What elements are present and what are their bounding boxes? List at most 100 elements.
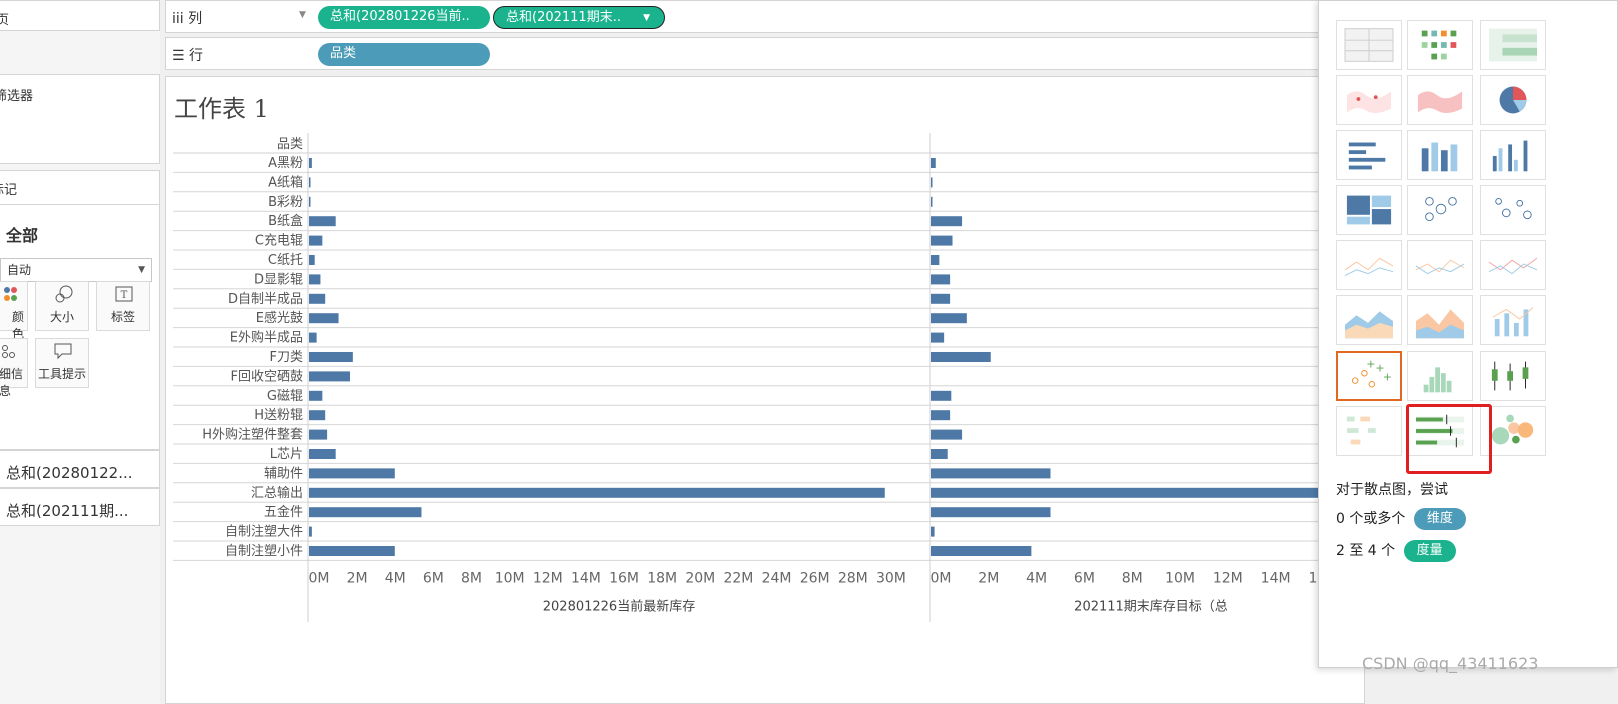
bar (931, 313, 967, 324)
color-button[interactable]: 颜色 (0, 281, 28, 341)
show-me-highlight-table[interactable] (1480, 20, 1546, 70)
x-axis-title: 202801226当前最新库存 (543, 598, 695, 614)
chevron-down-icon[interactable]: ▼ (643, 7, 650, 28)
x-tick-label: 14M (571, 570, 601, 586)
x-tick-label: 30M (876, 570, 906, 586)
show-me-heat-map[interactable] (1407, 20, 1473, 70)
category-label: E感光鼓 (256, 310, 303, 326)
bar (931, 449, 948, 459)
detail-button[interactable]: 详细信息 (0, 338, 28, 398)
text-table-icon (1344, 28, 1394, 62)
size-button[interactable]: 大小 (35, 281, 89, 331)
x-tick-label: 0M (309, 570, 330, 586)
rows-shelf[interactable]: ☰ 行 品类 (165, 37, 1365, 70)
svg-text:+: + (1366, 358, 1375, 371)
x-tick-label: 26M (800, 570, 830, 586)
x-tick-label: 8M (461, 570, 482, 586)
x-tick-label: 6M (1074, 570, 1095, 586)
x-tick-label: 6M (423, 570, 444, 586)
measure-chip: 度量 (1403, 540, 1456, 562)
show-me-area-discrete[interactable] (1407, 295, 1473, 345)
filled-map-icon (1417, 91, 1463, 114)
show-me-lines-continuous[interactable] (1336, 240, 1402, 290)
chevron-down-icon: ▼ (138, 265, 145, 275)
chevron-down-icon[interactable]: ▼ (299, 10, 306, 20)
lines-discrete-icon (1415, 259, 1465, 275)
area-continuous-icon (1345, 311, 1393, 339)
category-label: B彩粉 (268, 195, 303, 210)
bar (309, 352, 353, 362)
x-tick-label: 20M (685, 570, 715, 586)
category-label: H送粉辊 (254, 408, 303, 423)
show-me-pie-chart[interactable] (1480, 75, 1546, 125)
detail-button-label: 详细信息 (0, 367, 23, 398)
bar (931, 429, 963, 440)
measure-pill-1[interactable]: 总和(20280122... (0, 450, 160, 488)
show-me-box-whisker[interactable] (1480, 351, 1546, 401)
bar (931, 196, 933, 207)
histogram-icon (1423, 367, 1452, 393)
x-tick-label: 2M (347, 570, 368, 586)
category-label: A黑粉 (268, 156, 303, 171)
category-label: H外购注塑件整套 (202, 427, 303, 443)
column-pill-current-stock-label: 总和(202801226当前.. (330, 9, 470, 24)
show-me-circle-views[interactable] (1407, 185, 1473, 235)
show-me-histogram[interactable] (1407, 351, 1473, 401)
show-me-dual-combination[interactable] (1480, 295, 1546, 345)
circle-views-icon (1425, 197, 1457, 222)
show-me-side-by-side-circles[interactable] (1480, 185, 1546, 235)
category-label: F回收空硒鼓 (231, 369, 303, 384)
annotation-highlight-box (1406, 404, 1492, 474)
measure-pill-2[interactable]: 总和(202111期... (0, 488, 160, 526)
dimension-header: 品类 (277, 137, 303, 152)
tooltip-button[interactable]: 工具提示 (35, 338, 89, 388)
bar (309, 255, 315, 265)
columns-shelf[interactable]: iii 列 ▼ 总和(202801226当前.. 总和(202111期末.. ▼ (165, 0, 1365, 33)
show-me-symbol-map[interactable] (1336, 75, 1402, 125)
show-me-text-table[interactable] (1336, 20, 1402, 70)
show-me-lines-discrete[interactable] (1407, 240, 1473, 290)
show-me-dual-lines[interactable] (1480, 240, 1546, 290)
highlight-table-icon (1489, 28, 1537, 62)
bar (309, 216, 336, 227)
category-label: C充电辊 (255, 233, 303, 249)
label-button[interactable]: T 标签 (96, 281, 150, 331)
show-me-side-by-side-bars[interactable] (1480, 130, 1546, 180)
column-pill-target-stock[interactable]: 总和(202111期末.. ▼ (493, 6, 665, 29)
show-me-treemap[interactable] (1336, 185, 1402, 235)
bar (931, 507, 1051, 518)
mark-type-dropdown[interactable]: 自动 ▼ (0, 258, 152, 282)
bar (309, 313, 339, 324)
show-me-gantt-chart[interactable] (1336, 406, 1402, 456)
side-by-side-circles-icon (1495, 198, 1532, 220)
show-me-horizontal-bars[interactable] (1336, 130, 1402, 180)
show-me-stacked-bars[interactable] (1407, 130, 1473, 180)
label-button-label: 标签 (110, 310, 135, 324)
x-tick-label: 12M (533, 570, 563, 586)
show-me-hint-measures: 2 至 4 个 度量 (1336, 540, 1456, 562)
rows-shelf-tag: ☰ 行 (172, 45, 203, 65)
row-pill-category[interactable]: 品类 (318, 43, 490, 66)
filters-card[interactable]: 筛选器 (0, 74, 160, 164)
x-tick-label: 24M (762, 570, 792, 586)
x-tick-label: 16M (609, 570, 639, 586)
left-panel: 页 筛选器 标记 全部 自动 ▼ 颜色 大小 T 标签 详细信息 (0, 0, 160, 704)
x-tick-label: 28M (838, 570, 868, 586)
bar (309, 546, 395, 556)
bar (931, 546, 1032, 556)
show-me-scatter-plot[interactable]: + + + (1336, 351, 1402, 401)
show-me-area-continuous[interactable] (1336, 295, 1402, 345)
side-by-side-bars-icon (1492, 140, 1528, 172)
show-me-hint-dimensions: 0 个或多个 维度 (1336, 508, 1466, 530)
scatter-plot-icon: +++ (1351, 358, 1392, 388)
category-label: 五金件 (264, 504, 303, 520)
show-me-hint-title: 对于散点图，尝试 (1336, 482, 1448, 498)
show-me-filled-map[interactable] (1407, 75, 1473, 125)
area-discrete-icon (1416, 309, 1464, 339)
x-tick-label: 10M (495, 570, 525, 586)
column-pill-current-stock[interactable]: 总和(202801226当前.. (318, 6, 490, 29)
symbol-map-icon (1346, 91, 1392, 114)
bar (309, 429, 328, 440)
x-tick-label: 4M (385, 570, 406, 586)
svg-text:T: T (121, 290, 128, 301)
